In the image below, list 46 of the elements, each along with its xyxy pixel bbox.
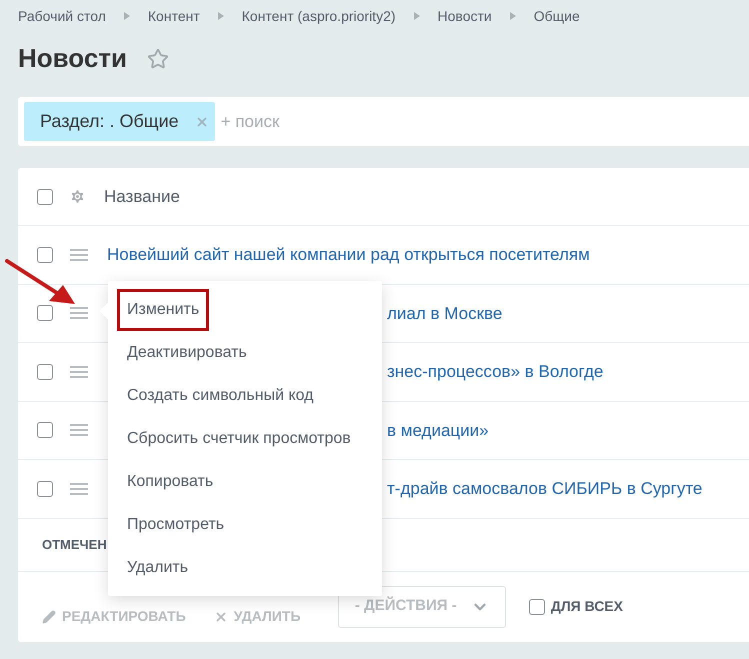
news-link[interactable]: лиал в Москве — [387, 300, 502, 326]
menu-item[interactable]: Просмотреть — [117, 504, 234, 546]
row-checkbox[interactable] — [37, 422, 53, 438]
breadcrumb-link[interactable]: Рабочий стол — [18, 6, 106, 26]
drag-handle-icon[interactable] — [70, 424, 88, 436]
selected-label: ОТМЕЧЕН — [42, 536, 107, 554]
row-checkbox[interactable] — [37, 246, 53, 263]
news-link[interactable]: в медиации» — [387, 418, 489, 443]
chevron-right-icon — [124, 12, 130, 20]
row-checkbox[interactable] — [37, 305, 53, 322]
star-icon[interactable] — [147, 48, 170, 70]
settings-icon[interactable] — [69, 188, 86, 205]
menu-item[interactable]: Сбросить счетчик просмотров — [117, 418, 361, 460]
menu-item[interactable]: Деактивировать — [117, 332, 257, 374]
page-title: Новости — [18, 42, 128, 75]
pencil-icon — [42, 610, 56, 624]
search-field[interactable]: Раздел: . Общие + поиск — [18, 97, 749, 146]
row-checkbox[interactable] — [37, 480, 53, 497]
menu-item[interactable]: Изменить — [117, 288, 210, 330]
menu-item[interactable]: Копировать — [117, 460, 224, 502]
drag-handle-icon[interactable] — [70, 482, 88, 495]
news-link[interactable]: знес-процессов» в Вологде — [387, 359, 604, 384]
chevron-right-icon — [414, 12, 420, 20]
for-all-checkbox[interactable] — [528, 598, 545, 614]
drag-handle-icon[interactable] — [70, 366, 88, 378]
delete-icon — [214, 610, 228, 624]
menu-item[interactable]: Удалить — [117, 546, 198, 588]
select-all-checkbox[interactable] — [37, 188, 53, 204]
menu-item[interactable]: Создать символьный код — [117, 374, 324, 416]
column-header[interactable]: Название — [104, 184, 180, 210]
breadcrumb-link[interactable]: Контент (aspro.priority2) — [242, 6, 396, 26]
news-link[interactable]: т-драйв самосвалов СИБИРЬ в Сургуте — [387, 476, 702, 502]
news-link[interactable]: Новейший сайт нашей компании рад открыться посетителям — [107, 242, 590, 268]
chevron-right-icon — [218, 12, 224, 20]
drag-handle-icon[interactable] — [70, 248, 88, 261]
drag-handle-icon[interactable] — [70, 307, 88, 320]
for-all-label: ДЛЯ ВСЕХ — [550, 597, 623, 616]
breadcrumb-link[interactable]: Контент — [148, 6, 200, 26]
close-icon[interactable] — [194, 114, 209, 128]
filter-tag-label: Раздел: . Общие — [40, 110, 179, 133]
chevron-right-icon — [510, 12, 516, 20]
filter-tag[interactable]: Раздел: . Общие — [24, 102, 215, 141]
breadcrumb-link[interactable]: Общие — [534, 6, 580, 26]
row-checkbox[interactable] — [37, 364, 53, 380]
pointer-arrow-drawing — [5, 259, 75, 305]
breadcrumb-link[interactable]: Новости — [438, 6, 492, 26]
